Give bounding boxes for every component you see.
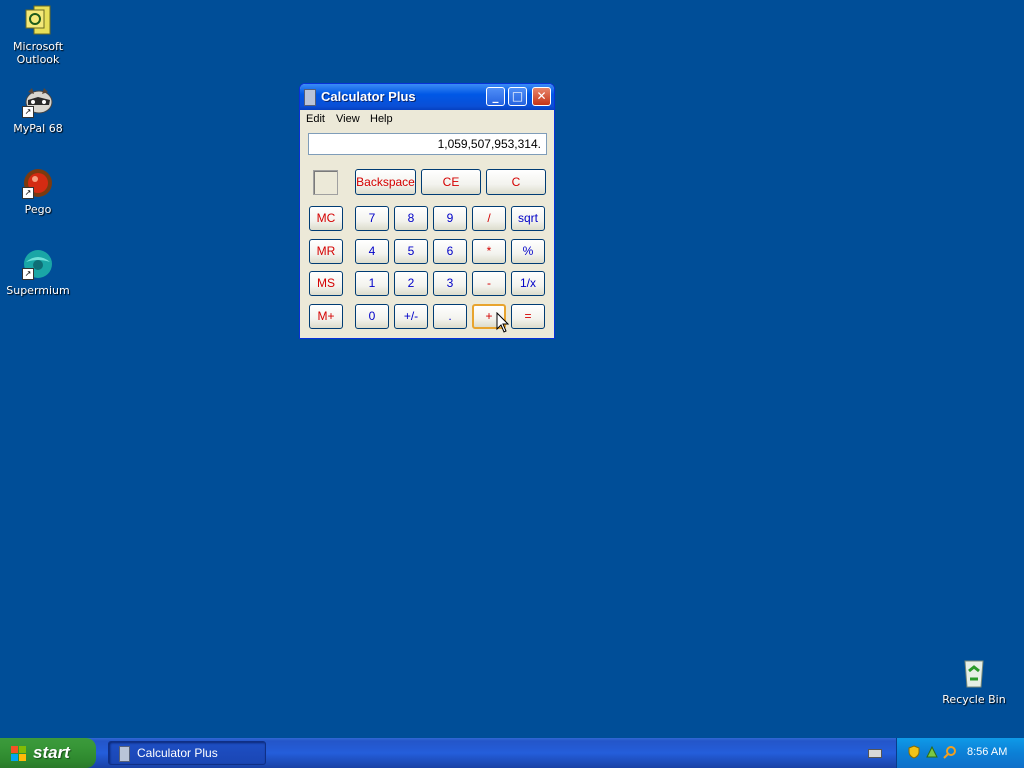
sqrt-button[interactable]: sqrt (511, 206, 545, 231)
mouse-cursor-icon (496, 312, 510, 333)
digit-2-button[interactable]: 2 (394, 271, 428, 296)
shortcut-arrow-icon: ↗ (22, 106, 34, 118)
desktop-icon-label: Supermium (6, 284, 70, 297)
desktop-icon-outlook[interactable]: Microsoft Outlook (0, 4, 76, 66)
menu-help[interactable]: Help (370, 113, 393, 125)
raccoon-icon: ↗ (22, 86, 54, 118)
decimal-button[interactable]: . (433, 304, 467, 329)
desktop-icon-mypal[interactable]: ↗ MyPal 68 (0, 86, 76, 135)
backspace-button[interactable]: Backspace (355, 169, 416, 195)
digit-8-button[interactable]: 8 (394, 206, 428, 231)
digit-3-button[interactable]: 3 (433, 271, 467, 296)
memory-add-button[interactable]: M+ (309, 304, 343, 329)
calculator-task-icon (119, 746, 130, 762)
desktop-icon-label: Microsoft (12, 40, 64, 53)
desktop-icon-pego[interactable]: ↗ Pego (0, 167, 76, 216)
system-tray: 8:56 AM (896, 738, 1024, 768)
divide-button[interactable]: / (472, 206, 506, 231)
equals-button[interactable]: = (511, 304, 545, 329)
minimize-button[interactable]: _ (486, 87, 505, 106)
desktop-icon-supermium[interactable]: ↗ Supermium (0, 248, 76, 297)
menu-view[interactable]: View (336, 113, 360, 125)
search-icon[interactable] (943, 745, 957, 759)
network-icon[interactable] (925, 745, 939, 759)
taskbar: start Calculator Plus 8:56 AM (0, 738, 1024, 768)
desktop-icon-label: MyPal 68 (13, 122, 63, 135)
reciprocal-button[interactable]: 1/x (511, 271, 545, 296)
keyboard-icon[interactable] (868, 749, 882, 758)
digit-6-button[interactable]: 6 (433, 239, 467, 264)
desktop[interactable]: Microsoft Outlook ↗ MyPal 68 ↗ Pego ↗ Su… (0, 0, 1024, 738)
digit-4-button[interactable]: 4 (355, 239, 389, 264)
window-title: Calculator Plus (321, 89, 416, 104)
digit-7-button[interactable]: 7 (355, 206, 389, 231)
sign-toggle-button[interactable]: +/- (394, 304, 428, 329)
memory-store-button[interactable]: MS (309, 271, 343, 296)
memory-recall-button[interactable]: MR (309, 239, 343, 264)
recycle-bin-icon (958, 657, 990, 689)
start-label: start (33, 743, 70, 762)
digit-9-button[interactable]: 9 (433, 206, 467, 231)
clear-entry-button[interactable]: CE (421, 169, 481, 195)
desktop-icon-label: Recycle Bin (942, 693, 1006, 706)
pego-icon: ↗ (22, 167, 54, 199)
calculator-display: 1,059,507,953,314. (308, 133, 547, 155)
shortcut-arrow-icon: ↗ (22, 268, 34, 280)
menu-bar: Edit View Help (300, 110, 554, 129)
clock[interactable]: 8:56 AM (967, 746, 1007, 758)
menu-edit[interactable]: Edit (306, 113, 325, 125)
calculator-app-icon (304, 89, 316, 106)
digit-0-button[interactable]: 0 (355, 304, 389, 329)
desktop-icon-label: Outlook (16, 53, 60, 66)
clear-button[interactable]: C (486, 169, 546, 195)
title-bar[interactable]: Calculator Plus _ □ ✕ (300, 84, 554, 110)
security-shield-icon[interactable] (907, 745, 921, 759)
close-button[interactable]: ✕ (532, 87, 551, 106)
outlook-icon (22, 4, 54, 36)
taskbar-item-label: Calculator Plus (137, 746, 218, 760)
taskbar-item-calculator[interactable]: Calculator Plus (108, 741, 266, 765)
desktop-icon-label: Pego (24, 203, 52, 216)
memory-indicator (313, 170, 338, 195)
memory-clear-button[interactable]: MC (309, 206, 343, 231)
calculator-window: Calculator Plus _ □ ✕ Edit View Help 1,0… (299, 83, 555, 339)
desktop-icon-recycle-bin[interactable]: Recycle Bin (936, 657, 1012, 706)
supermium-icon: ↗ (22, 248, 54, 280)
shortcut-arrow-icon: ↗ (22, 187, 34, 199)
maximize-button[interactable]: □ (508, 87, 527, 106)
start-button[interactable]: start (0, 738, 96, 768)
windows-logo-icon (11, 746, 26, 761)
digit-5-button[interactable]: 5 (394, 239, 428, 264)
digit-1-button[interactable]: 1 (355, 271, 389, 296)
percent-button[interactable]: % (511, 239, 545, 264)
subtract-button[interactable]: - (472, 271, 506, 296)
multiply-button[interactable]: * (472, 239, 506, 264)
